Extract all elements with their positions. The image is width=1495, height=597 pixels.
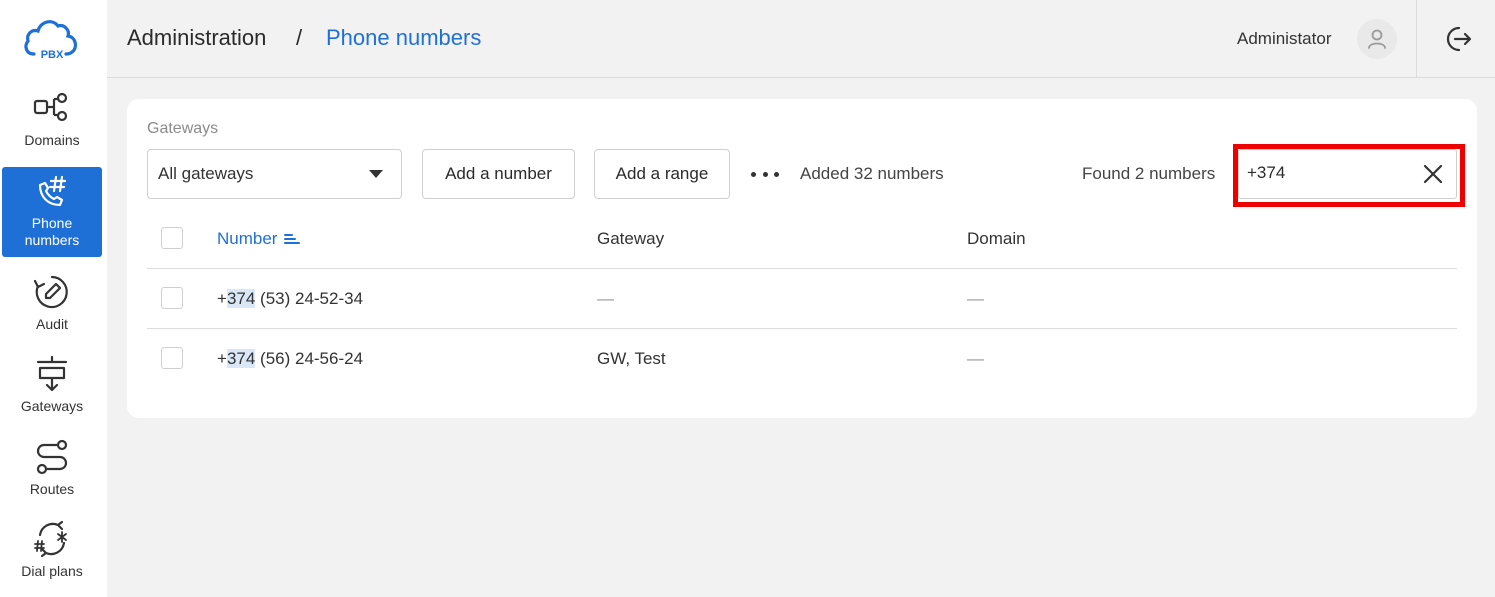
gateway-cell: — xyxy=(597,289,614,308)
top-header: Administration / Phone numbers Administa… xyxy=(107,0,1495,78)
header-divider xyxy=(1416,0,1417,78)
phone-numbers-card: Gateways All gateways Add a number Add a… xyxy=(127,99,1477,418)
table-divider xyxy=(147,268,1457,269)
sidebar: PBX Domains Phone numbers Audit Gateways… xyxy=(0,0,107,597)
search-match: 374 xyxy=(226,349,256,368)
domain-cell: — xyxy=(967,349,984,368)
pbx-logo[interactable]: PBX xyxy=(22,14,82,64)
search-field[interactable] xyxy=(1238,149,1457,199)
add-number-button[interactable]: Add a number xyxy=(422,149,575,199)
gateways-filter-label: Gateways xyxy=(147,120,219,137)
sidebar-item-label: Gateways xyxy=(20,398,84,414)
row-checkbox[interactable] xyxy=(161,287,183,309)
column-header-number[interactable]: Number xyxy=(217,229,301,249)
logout-icon xyxy=(1446,26,1472,52)
sidebar-item-label: Audit xyxy=(36,316,68,332)
audit-icon xyxy=(33,275,68,309)
sidebar-item-dial-plans[interactable]: Dial plans xyxy=(2,519,102,597)
avatar[interactable] xyxy=(1357,19,1397,59)
breadcrumb-separator: / xyxy=(296,25,303,50)
sidebar-item-label: Routes xyxy=(29,481,75,497)
phone-number-cell[interactable]: +374 (56) 24-56-24 xyxy=(217,349,363,369)
search-match: 374 xyxy=(226,289,256,308)
select-all-checkbox[interactable] xyxy=(161,227,183,249)
gateways-select-value: All gateways xyxy=(158,164,254,183)
add-range-button[interactable]: Add a range xyxy=(594,149,730,199)
sidebar-item-phone-numbers[interactable]: Phone numbers xyxy=(2,167,102,257)
breadcrumb-root[interactable]: Administration xyxy=(127,25,266,51)
breadcrumb-current: Phone numbers xyxy=(326,25,482,50)
dial-plans-icon xyxy=(34,520,67,558)
sidebar-item-label-line1: Phone xyxy=(31,215,73,231)
routes-icon xyxy=(36,439,68,475)
gateways-select[interactable]: All gateways xyxy=(147,149,402,199)
logout-button[interactable] xyxy=(1443,24,1473,54)
clear-search-icon[interactable] xyxy=(1422,163,1444,185)
gateways-icon xyxy=(36,355,68,392)
added-count-text: Added 32 numbers xyxy=(800,164,944,183)
more-options-button[interactable] xyxy=(751,164,779,184)
sidebar-item-routes[interactable]: Routes xyxy=(2,437,102,527)
logo-text: PBX xyxy=(41,49,64,61)
sidebar-item-label: Dial plans xyxy=(21,563,83,579)
phone-hash-icon xyxy=(38,175,67,207)
column-header-gateway[interactable]: Gateway xyxy=(597,229,664,249)
sidebar-item-label-line2: numbers xyxy=(24,232,80,248)
sidebar-item-domains[interactable]: Domains xyxy=(2,88,102,178)
more-dots-icon xyxy=(751,171,756,177)
column-header-label: Number xyxy=(217,229,278,248)
column-header-domain[interactable]: Domain xyxy=(967,229,1026,249)
phone-number-cell[interactable]: +374 (53) 24-52-34 xyxy=(217,289,363,309)
domain-cell: — xyxy=(967,289,984,308)
user-name: Administator xyxy=(1237,29,1332,48)
sort-ascending-icon xyxy=(284,234,301,244)
sidebar-item-audit[interactable]: Audit xyxy=(2,272,102,362)
user-icon xyxy=(1368,29,1386,49)
caret-down-icon xyxy=(369,170,383,178)
found-count-text: Found 2 numbers xyxy=(1082,164,1216,183)
row-checkbox[interactable] xyxy=(161,347,183,369)
gateway-cell: GW, Test xyxy=(597,349,666,368)
sidebar-item-label: Domains xyxy=(24,132,80,148)
domains-icon xyxy=(33,92,68,122)
table-divider xyxy=(147,328,1457,329)
search-input[interactable] xyxy=(1247,163,1407,183)
sidebar-item-gateways[interactable]: Gateways xyxy=(2,354,102,444)
